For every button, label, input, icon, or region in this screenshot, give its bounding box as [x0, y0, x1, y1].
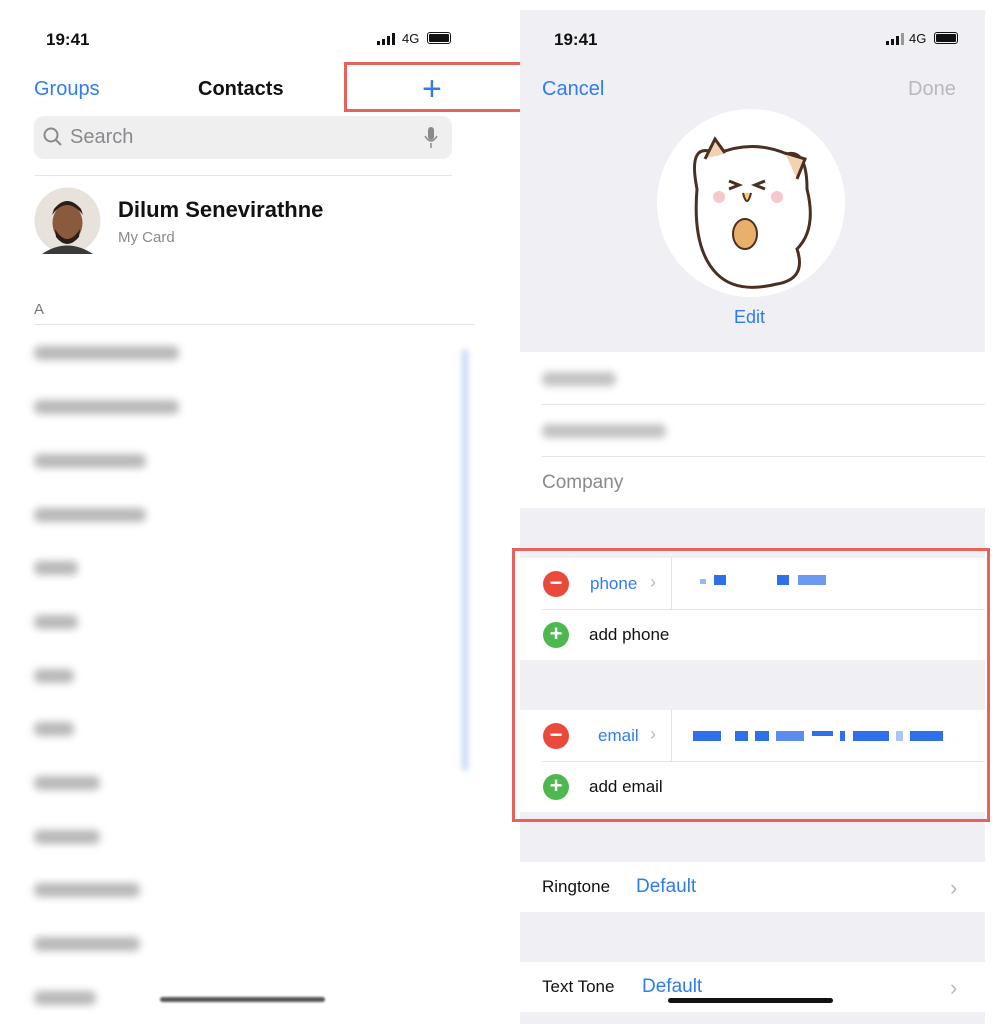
status-time: 19:41	[554, 30, 598, 49]
my-card-subtitle: My Card	[118, 229, 175, 246]
network-label: 4G	[402, 31, 420, 46]
list-item[interactable]	[34, 561, 78, 575]
list-item[interactable]	[34, 883, 140, 897]
done-button[interactable]: Done	[908, 78, 956, 101]
microphone-icon[interactable]	[424, 126, 438, 150]
search-icon	[43, 127, 62, 146]
index-scrubber[interactable]	[462, 350, 468, 770]
battery-icon	[934, 32, 958, 44]
network-label: 4G	[909, 31, 927, 46]
signal-icon	[886, 33, 904, 45]
home-indicator	[668, 998, 833, 1003]
section-header: A	[34, 301, 45, 318]
my-card-name: Dilum Senevirathne	[118, 197, 324, 222]
list-item[interactable]	[34, 615, 78, 629]
list-item[interactable]	[34, 722, 74, 736]
list-item[interactable]	[34, 669, 74, 683]
search-placeholder: Search	[70, 126, 134, 148]
battery-icon	[427, 32, 451, 44]
ringtone-label: Ringtone	[542, 877, 611, 896]
company-field[interactable]: Company	[542, 472, 623, 494]
first-name-field[interactable]	[542, 372, 616, 386]
my-card[interactable]: Dilum Senevirathne My Card	[34, 187, 454, 257]
new-contact-screen: 19:41 4G Cancel Done Edit Company − phon…	[512, 10, 990, 1024]
list-item[interactable]	[34, 400, 179, 414]
list-item[interactable]	[34, 508, 146, 522]
ringtone-row[interactable]: Ringtone Default ›	[520, 862, 985, 912]
ringtone-value: Default	[636, 876, 697, 897]
contact-photo[interactable]	[657, 109, 845, 297]
list-item[interactable]	[34, 830, 100, 844]
groups-button[interactable]: Groups	[34, 78, 100, 101]
list-item[interactable]	[34, 991, 96, 1005]
name-fields: Company	[520, 352, 985, 508]
text-tone-label: Text Tone	[542, 977, 615, 996]
highlight-box	[512, 548, 990, 822]
text-tone-row[interactable]: Text Tone Default ›	[520, 962, 985, 1012]
home-indicator	[160, 997, 325, 1002]
edit-photo-button[interactable]: Edit	[734, 307, 765, 328]
signal-icon	[377, 33, 395, 45]
list-item[interactable]	[34, 776, 100, 790]
cancel-button[interactable]: Cancel	[542, 78, 604, 101]
page-title: Contacts	[198, 78, 284, 100]
search-input[interactable]: Search	[34, 116, 452, 159]
last-name-field[interactable]	[542, 424, 666, 438]
highlight-box	[344, 62, 530, 112]
avatar	[34, 187, 101, 254]
chevron-right-icon: ›	[950, 975, 958, 1000]
list-item[interactable]	[34, 346, 179, 360]
status-time: 19:41	[46, 30, 90, 49]
list-item[interactable]	[34, 937, 140, 951]
text-tone-value: Default	[642, 976, 703, 997]
chevron-right-icon: ›	[950, 875, 958, 900]
list-item[interactable]	[34, 454, 146, 468]
